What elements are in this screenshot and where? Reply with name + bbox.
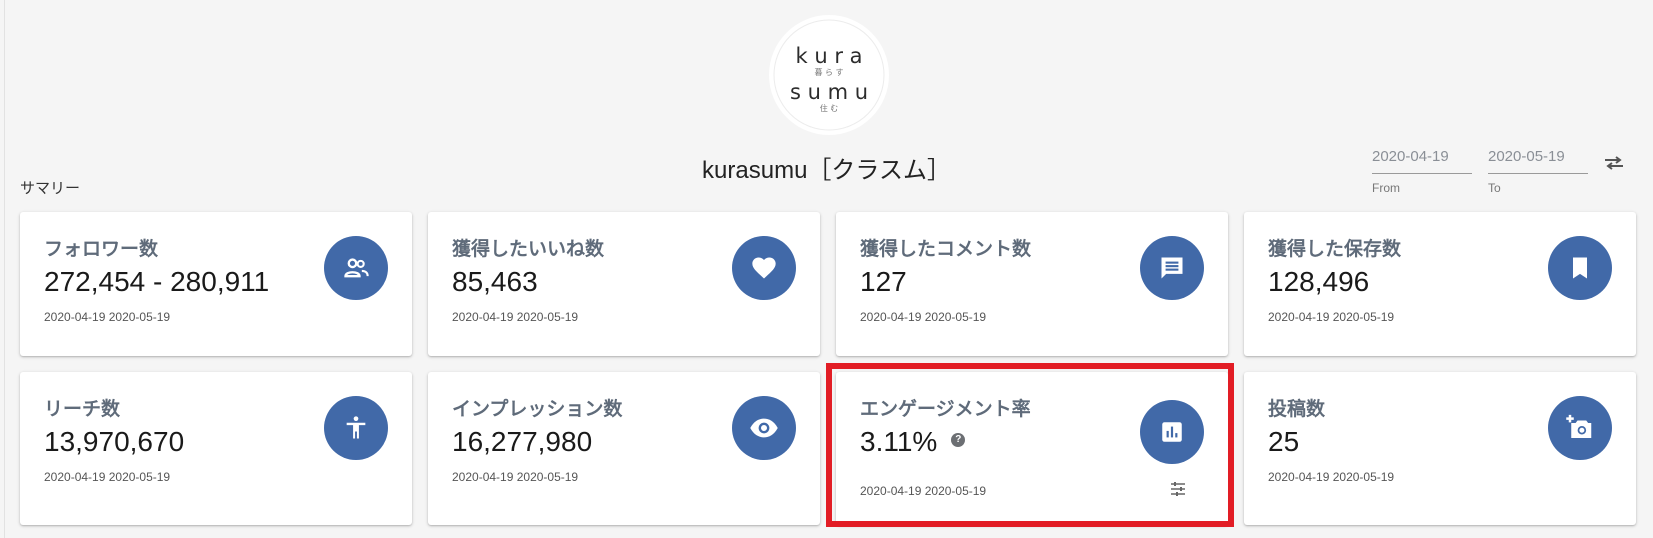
stat-date-range: 2020-04-19 2020-05-19 [860,484,987,498]
eye-icon [732,396,796,460]
stat-card-engagement-rate: エンゲージメント率 3.11%? 2020-04-19 2020-05-19 [836,372,1228,525]
stat-label: 獲得した保存数 [1268,239,1402,260]
stat-value: 25 [1268,426,1300,457]
svg-text:暮 ら す: 暮 ら す [814,67,843,77]
stat-label: エンゲージメント率 [860,399,1031,420]
stat-card-saves: 獲得した保存数 128,496 2020-04-19 2020-05-19 [1244,212,1636,356]
stat-card-comments: 獲得したコメント数 127 2020-04-19 2020-05-19 [836,212,1228,356]
stat-value: 85,463 [452,266,538,297]
stat-value: 3.11% [860,426,938,457]
heart-icon [732,236,796,300]
help-icon[interactable]: ? [951,432,966,447]
stat-value: 13,970,670 [44,426,185,457]
stat-date-range: 2020-04-19 2020-05-19 [452,310,579,324]
svg-text:住 む: 住 む [820,103,839,113]
stat-card-reach: リーチ数 13,970,670 2020-04-19 2020-05-19 [20,372,412,525]
bookmark-icon [1548,236,1612,300]
stat-label: リーチ数 [44,399,121,420]
stat-card-likes: 獲得したいいね数 85,463 2020-04-19 2020-05-19 [428,212,820,356]
date-from-field[interactable]: 2020-04-19 From [1372,148,1472,195]
stat-date-range: 2020-04-19 2020-05-19 [1268,310,1395,324]
brand-logo: k u r a 暮 ら す s u m u 住 む [769,15,889,135]
stat-label: 獲得したコメント数 [860,239,1032,260]
bar-chart-icon [1140,400,1204,464]
stat-card-posts: 投稿数 25 2020-04-19 2020-05-19 [1244,372,1636,525]
swap-arrows-icon[interactable] [1603,156,1625,170]
date-to-field[interactable]: 2020-05-19 To [1488,148,1588,195]
stat-label: インプレッション数 [452,399,623,420]
stat-date-range: 2020-04-19 2020-05-19 [1268,470,1395,484]
stat-card-followers: フォロワー数 272,454 - 280,911 2020-04-19 2020… [20,212,412,356]
comment-icon [1140,236,1204,300]
date-from-value[interactable]: 2020-04-19 [1372,148,1472,174]
stat-value-row: 3.11%? [860,426,966,458]
date-from-label: From [1372,181,1400,195]
stat-date-range: 2020-04-19 2020-05-19 [44,310,171,324]
stat-card-impressions: インプレッション数 16,277,980 2020-04-19 2020-05-… [428,372,820,525]
stat-label: 投稿数 [1268,399,1326,420]
svg-text:s u m u: s u m u [790,80,868,104]
date-to-value[interactable]: 2020-05-19 [1488,148,1588,174]
tune-icon[interactable] [1170,482,1186,496]
summary-heading: サマリー [20,180,81,197]
left-border [4,0,5,538]
stat-date-range: 2020-04-19 2020-05-19 [44,470,171,484]
stat-value: 272,454 - 280,911 [44,266,270,297]
stat-date-range: 2020-04-19 2020-05-19 [860,310,987,324]
date-to-label: To [1488,181,1501,195]
stat-date-range: 2020-04-19 2020-05-19 [452,470,579,484]
people-icon [324,236,388,300]
stat-label: 獲得したいいね数 [452,239,605,260]
add-photo-icon [1548,396,1612,460]
accessibility-icon [324,396,388,460]
stat-value: 127 [860,266,907,297]
stat-label: フォロワー数 [44,239,159,260]
svg-text:k u r a: k u r a [796,44,863,68]
stat-value: 16,277,980 [452,426,593,457]
stat-value: 128,496 [1268,266,1370,297]
